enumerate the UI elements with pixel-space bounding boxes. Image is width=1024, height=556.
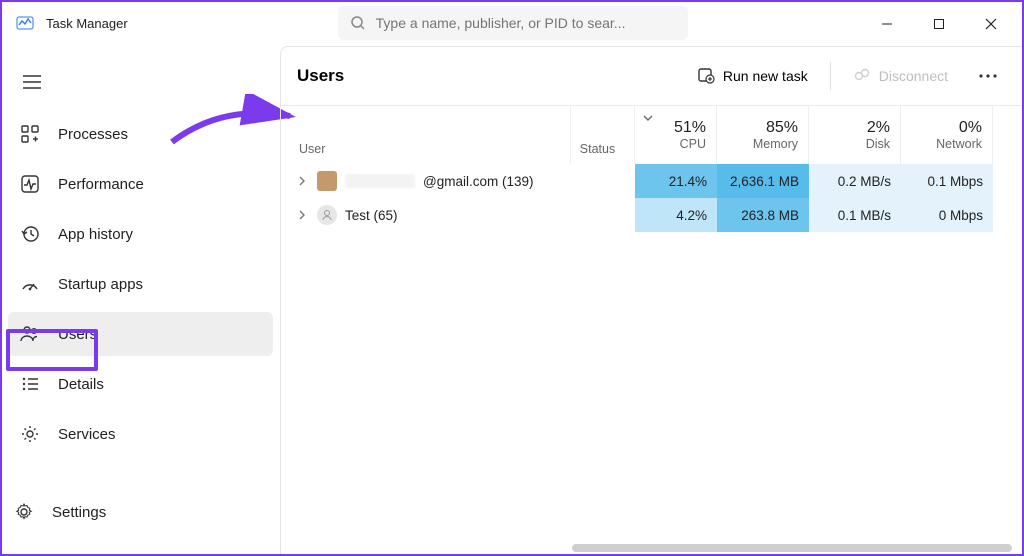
page-header: Users Run new task Disconnect (281, 47, 1022, 105)
maximize-button[interactable] (924, 12, 954, 36)
sidebar-item-services[interactable]: Services (8, 412, 273, 456)
app-title: Task Manager (46, 16, 128, 31)
disconnect-button: Disconnect (843, 60, 958, 93)
task-manager-window: Task Manager Processes (0, 0, 1024, 556)
table-row[interactable]: Test (65) 4.2% 263.8 MB 0.1 MB/s 0 Mbps (281, 198, 1022, 232)
sidebar: Processes Performance App history Startu… (2, 44, 280, 554)
cell-disk: 0.2 MB/s (809, 164, 901, 198)
user-label: Test (65) (345, 208, 398, 223)
window-controls (862, 6, 1016, 42)
sidebar-item-label: Startup apps (58, 276, 143, 293)
disconnect-icon (853, 66, 871, 87)
expand-icon[interactable] (295, 174, 309, 188)
run-new-task-label: Run new task (723, 68, 808, 84)
users-icon (18, 322, 42, 346)
history-icon (18, 222, 42, 246)
cell-cpu: 21.4% (635, 164, 717, 198)
column-header-status[interactable]: Status (571, 106, 635, 164)
grid-icon (18, 122, 42, 146)
search-icon (350, 15, 366, 31)
sidebar-item-processes[interactable]: Processes (8, 112, 273, 156)
column-header-disk[interactable]: 2% Disk (809, 106, 901, 164)
gauge-icon (18, 272, 42, 296)
avatar (317, 205, 337, 225)
column-header-cpu[interactable]: 51% CPU (635, 106, 717, 164)
search-input[interactable] (376, 15, 676, 31)
page-title: Users (297, 66, 344, 86)
separator (830, 62, 831, 90)
cell-memory: 2,636.1 MB (717, 164, 809, 198)
chevron-down-icon (643, 112, 653, 126)
table-header: User Status 51% CPU 85% Memory 2% (281, 106, 1022, 164)
run-new-task-button[interactable]: Run new task (687, 60, 818, 93)
activity-icon (18, 172, 42, 196)
hamburger-button[interactable] (12, 62, 52, 102)
list-icon (18, 372, 42, 396)
cell-disk: 0.1 MB/s (809, 198, 901, 232)
sidebar-item-label: Users (58, 326, 97, 343)
sidebar-item-label: Processes (58, 126, 128, 143)
search-box[interactable] (338, 6, 688, 40)
title-bar: Task Manager (2, 2, 1022, 44)
sidebar-item-label: Details (58, 376, 104, 393)
user-label: @gmail.com (139) (423, 174, 534, 189)
sidebar-item-startup-apps[interactable]: Startup apps (8, 262, 273, 306)
run-task-icon (697, 66, 715, 87)
app-icon (16, 14, 34, 32)
sidebar-item-label: Settings (52, 504, 106, 521)
sidebar-item-settings[interactable]: Settings (2, 490, 279, 534)
sidebar-item-label: Performance (58, 176, 144, 193)
expand-icon[interactable] (295, 208, 309, 222)
cell-network: 0.1 Mbps (901, 164, 993, 198)
avatar (317, 171, 337, 191)
column-header-memory[interactable]: 85% Memory (717, 106, 809, 164)
sidebar-item-users[interactable]: Users (8, 312, 273, 356)
column-header-network[interactable]: 0% Network (901, 106, 993, 164)
minimize-button[interactable] (872, 12, 902, 36)
cell-cpu: 4.2% (635, 198, 717, 232)
sidebar-item-label: Services (58, 426, 116, 443)
gear-icon (18, 422, 42, 446)
column-header-user[interactable]: User (281, 106, 571, 164)
cell-memory: 263.8 MB (717, 198, 809, 232)
sidebar-item-app-history[interactable]: App history (8, 212, 273, 256)
redacted-username (345, 174, 415, 188)
settings-icon (12, 500, 36, 524)
sidebar-item-details[interactable]: Details (8, 362, 273, 406)
disconnect-label: Disconnect (879, 68, 948, 84)
more-options-button[interactable] (970, 58, 1006, 94)
cell-network: 0 Mbps (901, 198, 993, 232)
close-button[interactable] (976, 12, 1006, 36)
sidebar-item-label: App history (58, 226, 133, 243)
sidebar-item-performance[interactable]: Performance (8, 162, 273, 206)
table-row[interactable]: @gmail.com (139) 21.4% 2,636.1 MB 0.2 MB… (281, 164, 1022, 198)
content-area: Users Run new task Disconnect (280, 44, 1022, 554)
horizontal-scrollbar[interactable] (572, 544, 1012, 552)
users-table: User Status 51% CPU 85% Memory 2% (281, 105, 1022, 232)
